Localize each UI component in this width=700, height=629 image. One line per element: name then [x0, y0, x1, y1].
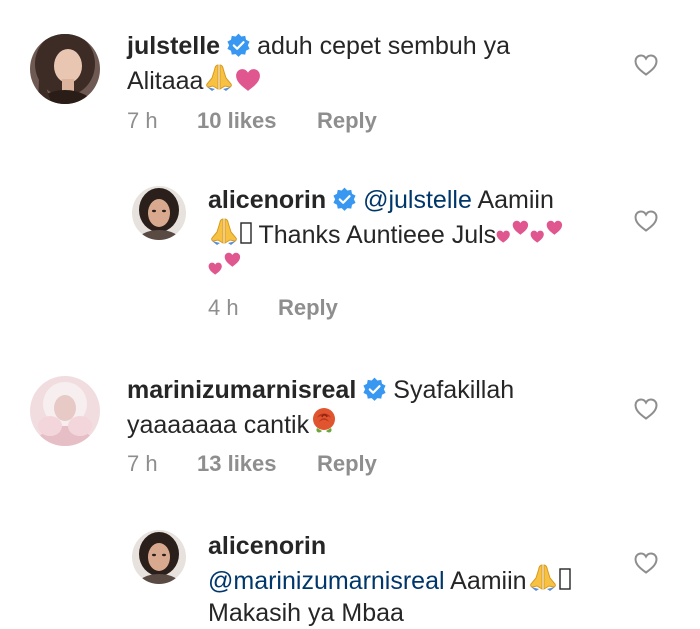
comment-text-line-1: Syafakillah	[393, 376, 515, 404]
pink-heart-emoji	[235, 68, 261, 92]
mention-link[interactable]: @marinizumarnisreal	[208, 567, 445, 595]
username[interactable]: julstelle	[127, 32, 220, 60]
rose-emoji	[309, 406, 339, 436]
likes-count[interactable]: 10 likes	[197, 108, 317, 134]
comment-julstelle: julstelle aduh cepet sembuh ya Alitaaa 7 …	[0, 0, 700, 160]
missing-glyph-icon	[240, 220, 252, 246]
verified-badge-icon	[362, 377, 387, 402]
reply-button[interactable]: Reply	[317, 451, 377, 477]
comment-reply-alicenorin: alicenorin @julstelle Aamiin Thanks Aunti…	[0, 170, 700, 340]
avatar-alicenorin[interactable]	[132, 186, 186, 240]
two-hearts-emoji	[208, 252, 242, 278]
username[interactable]: alicenorin	[208, 532, 326, 560]
username[interactable]: marinizumarnisreal	[127, 376, 356, 404]
comment-text-line-1: Aamiin	[450, 567, 527, 595]
comment-body: alicenorin @julstelle Aamiin Thanks Aunti…	[208, 184, 628, 283]
folded-hands-emoji	[203, 62, 235, 92]
like-heart-icon[interactable]	[634, 54, 658, 76]
username[interactable]: alicenorin	[208, 186, 326, 214]
comment-meta: 7 h 10 likes Reply	[127, 108, 377, 134]
verified-badge-icon	[226, 33, 251, 58]
reply-button[interactable]: Reply	[317, 108, 377, 134]
comment-meta: 4 h Reply	[208, 295, 338, 321]
avatar-alicenorin[interactable]	[132, 530, 186, 584]
comment-text-line-2: Alitaaa	[127, 67, 204, 95]
comment-body: alicenorin @marinizumarnisreal Aamiin Ma…	[208, 530, 628, 629]
like-heart-icon[interactable]	[634, 398, 658, 420]
likes-count[interactable]: 13 likes	[197, 451, 317, 477]
verified-badge-icon	[332, 187, 357, 212]
comment-reply-alicenorin-2: alicenorin @marinizumarnisreal Aamiin Ma…	[0, 514, 700, 627]
comment-marinizumarnisreal: marinizumarnisreal Syafakillah yaaaaaaa c…	[0, 360, 700, 510]
comment-text-line-2: Thanks Auntieee Juls	[258, 221, 497, 249]
folded-hands-emoji	[527, 562, 559, 592]
like-heart-icon[interactable]	[634, 552, 658, 574]
comment-meta: 7 h 13 likes Reply	[127, 451, 377, 477]
like-heart-icon[interactable]	[634, 210, 658, 232]
comment-text-line-2: Makasih ya Mbaa	[208, 599, 404, 627]
timestamp: 4 h	[208, 295, 239, 320]
comment-text-line-2: yaaaaaaa cantik	[127, 411, 310, 439]
mention-link[interactable]: @julstelle	[363, 186, 472, 214]
avatar-marinizumarnisreal[interactable]	[30, 376, 100, 446]
avatar-julstelle[interactable]	[30, 34, 100, 104]
comment-text-line-1: Aamiin	[477, 186, 554, 214]
missing-glyph-icon	[559, 566, 571, 592]
comment-text-line-1: aduh cepet sembuh ya	[257, 32, 511, 60]
folded-hands-emoji	[208, 216, 240, 246]
comment-body: marinizumarnisreal Syafakillah yaaaaaaa c…	[127, 374, 607, 441]
timestamp: 7 h	[127, 451, 158, 476]
two-hearts-emoji	[496, 220, 530, 246]
two-hearts-emoji	[530, 220, 564, 246]
reply-button[interactable]: Reply	[278, 295, 338, 321]
timestamp: 7 h	[127, 108, 158, 133]
comment-body: julstelle aduh cepet sembuh ya Alitaaa	[127, 30, 607, 97]
